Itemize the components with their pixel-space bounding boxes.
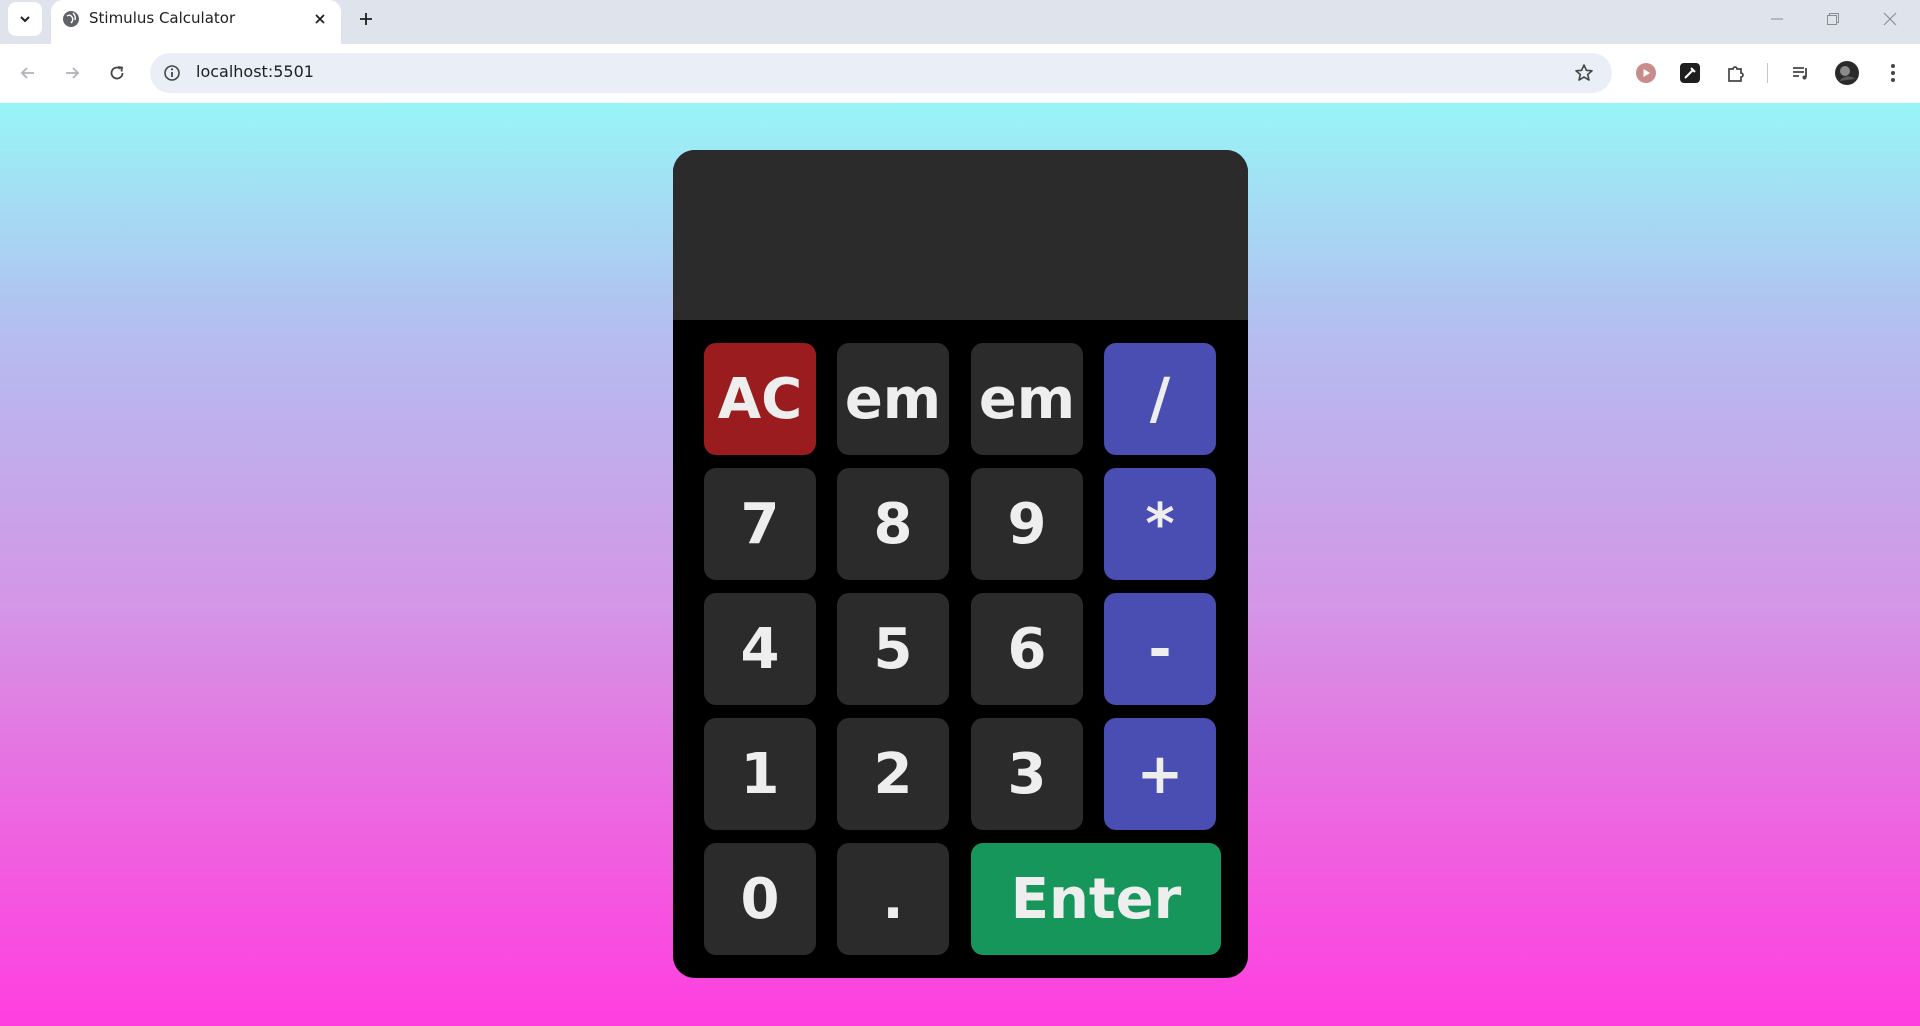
browser-menu-button[interactable]	[1880, 60, 1906, 86]
reload-icon	[110, 66, 124, 80]
close-icon	[1883, 12, 1897, 26]
new-tab-button[interactable]	[353, 6, 379, 32]
info-icon	[164, 65, 180, 81]
more-vertical-icon	[1891, 64, 1895, 82]
seven-button[interactable]: 7	[704, 468, 816, 580]
zero-button[interactable]: 0	[704, 843, 816, 955]
clear-button[interactable]: AC	[704, 343, 816, 455]
minimize-button[interactable]	[1754, 4, 1800, 34]
page-background: AC em em / 7 8 9 * 4 5 6 - 1 2 3 + 0 . E…	[0, 103, 1920, 1026]
eyedropper-icon	[1680, 63, 1700, 83]
restore-icon	[1827, 13, 1839, 25]
browser-toolbar: localhost:5501	[0, 44, 1920, 103]
site-info-button[interactable]	[160, 61, 184, 85]
minimize-icon	[1771, 18, 1783, 20]
toolbar-separator	[1767, 63, 1768, 83]
tab-close-button[interactable]	[309, 8, 331, 30]
bookmark-button[interactable]	[1572, 61, 1596, 85]
window-close-button[interactable]	[1867, 4, 1913, 34]
one-button[interactable]: 1	[704, 718, 816, 830]
divide-button[interactable]: /	[1104, 343, 1216, 455]
eight-button[interactable]: 8	[837, 468, 949, 580]
six-button[interactable]: 6	[971, 593, 1083, 705]
em-button-2[interactable]: em	[971, 343, 1083, 455]
calculator: AC em em / 7 8 9 * 4 5 6 - 1 2 3 + 0 . E…	[673, 150, 1248, 978]
plus-icon	[360, 13, 372, 25]
record-icon	[1636, 63, 1656, 83]
avatar-icon	[1835, 61, 1859, 85]
enter-button[interactable]: Enter	[971, 843, 1221, 955]
arrow-right-icon	[66, 67, 80, 79]
three-button[interactable]: 3	[971, 718, 1083, 830]
reload-button[interactable]	[102, 58, 132, 88]
four-button[interactable]: 4	[704, 593, 816, 705]
two-button[interactable]: 2	[837, 718, 949, 830]
url-text[interactable]: localhost:5501	[196, 62, 314, 81]
tab-title: Stimulus Calculator	[89, 9, 236, 27]
restore-button[interactable]	[1810, 4, 1856, 34]
extension-button[interactable]	[1677, 60, 1703, 86]
plus-button[interactable]: +	[1104, 718, 1216, 830]
em-button-1[interactable]: em	[837, 343, 949, 455]
calculator-display	[673, 150, 1248, 320]
globe-icon	[63, 11, 79, 27]
playlist-icon	[1793, 67, 1807, 80]
close-icon	[315, 14, 325, 24]
decimal-button[interactable]: .	[837, 843, 949, 955]
tab-search-button[interactable]	[8, 2, 42, 36]
browser-tab[interactable]: Stimulus Calculator	[51, 0, 341, 44]
star-icon	[1575, 64, 1593, 81]
nine-button[interactable]: 9	[971, 468, 1083, 580]
puzzle-icon	[1728, 66, 1744, 82]
extensions-menu-button[interactable]	[1723, 60, 1749, 86]
address-bar[interactable]: localhost:5501	[150, 53, 1612, 93]
media-controls-button[interactable]	[1788, 60, 1814, 86]
forward-button[interactable]	[57, 58, 87, 88]
five-button[interactable]: 5	[837, 593, 949, 705]
profile-avatar[interactable]	[1834, 60, 1860, 86]
minus-button[interactable]: -	[1104, 593, 1216, 705]
extension-button[interactable]	[1633, 60, 1659, 86]
multiply-button[interactable]: *	[1104, 468, 1216, 580]
back-button[interactable]	[13, 58, 43, 88]
arrow-left-icon	[20, 67, 34, 79]
tab-strip: Stimulus Calculator	[0, 0, 1920, 44]
chevron-down-icon	[20, 16, 30, 23]
